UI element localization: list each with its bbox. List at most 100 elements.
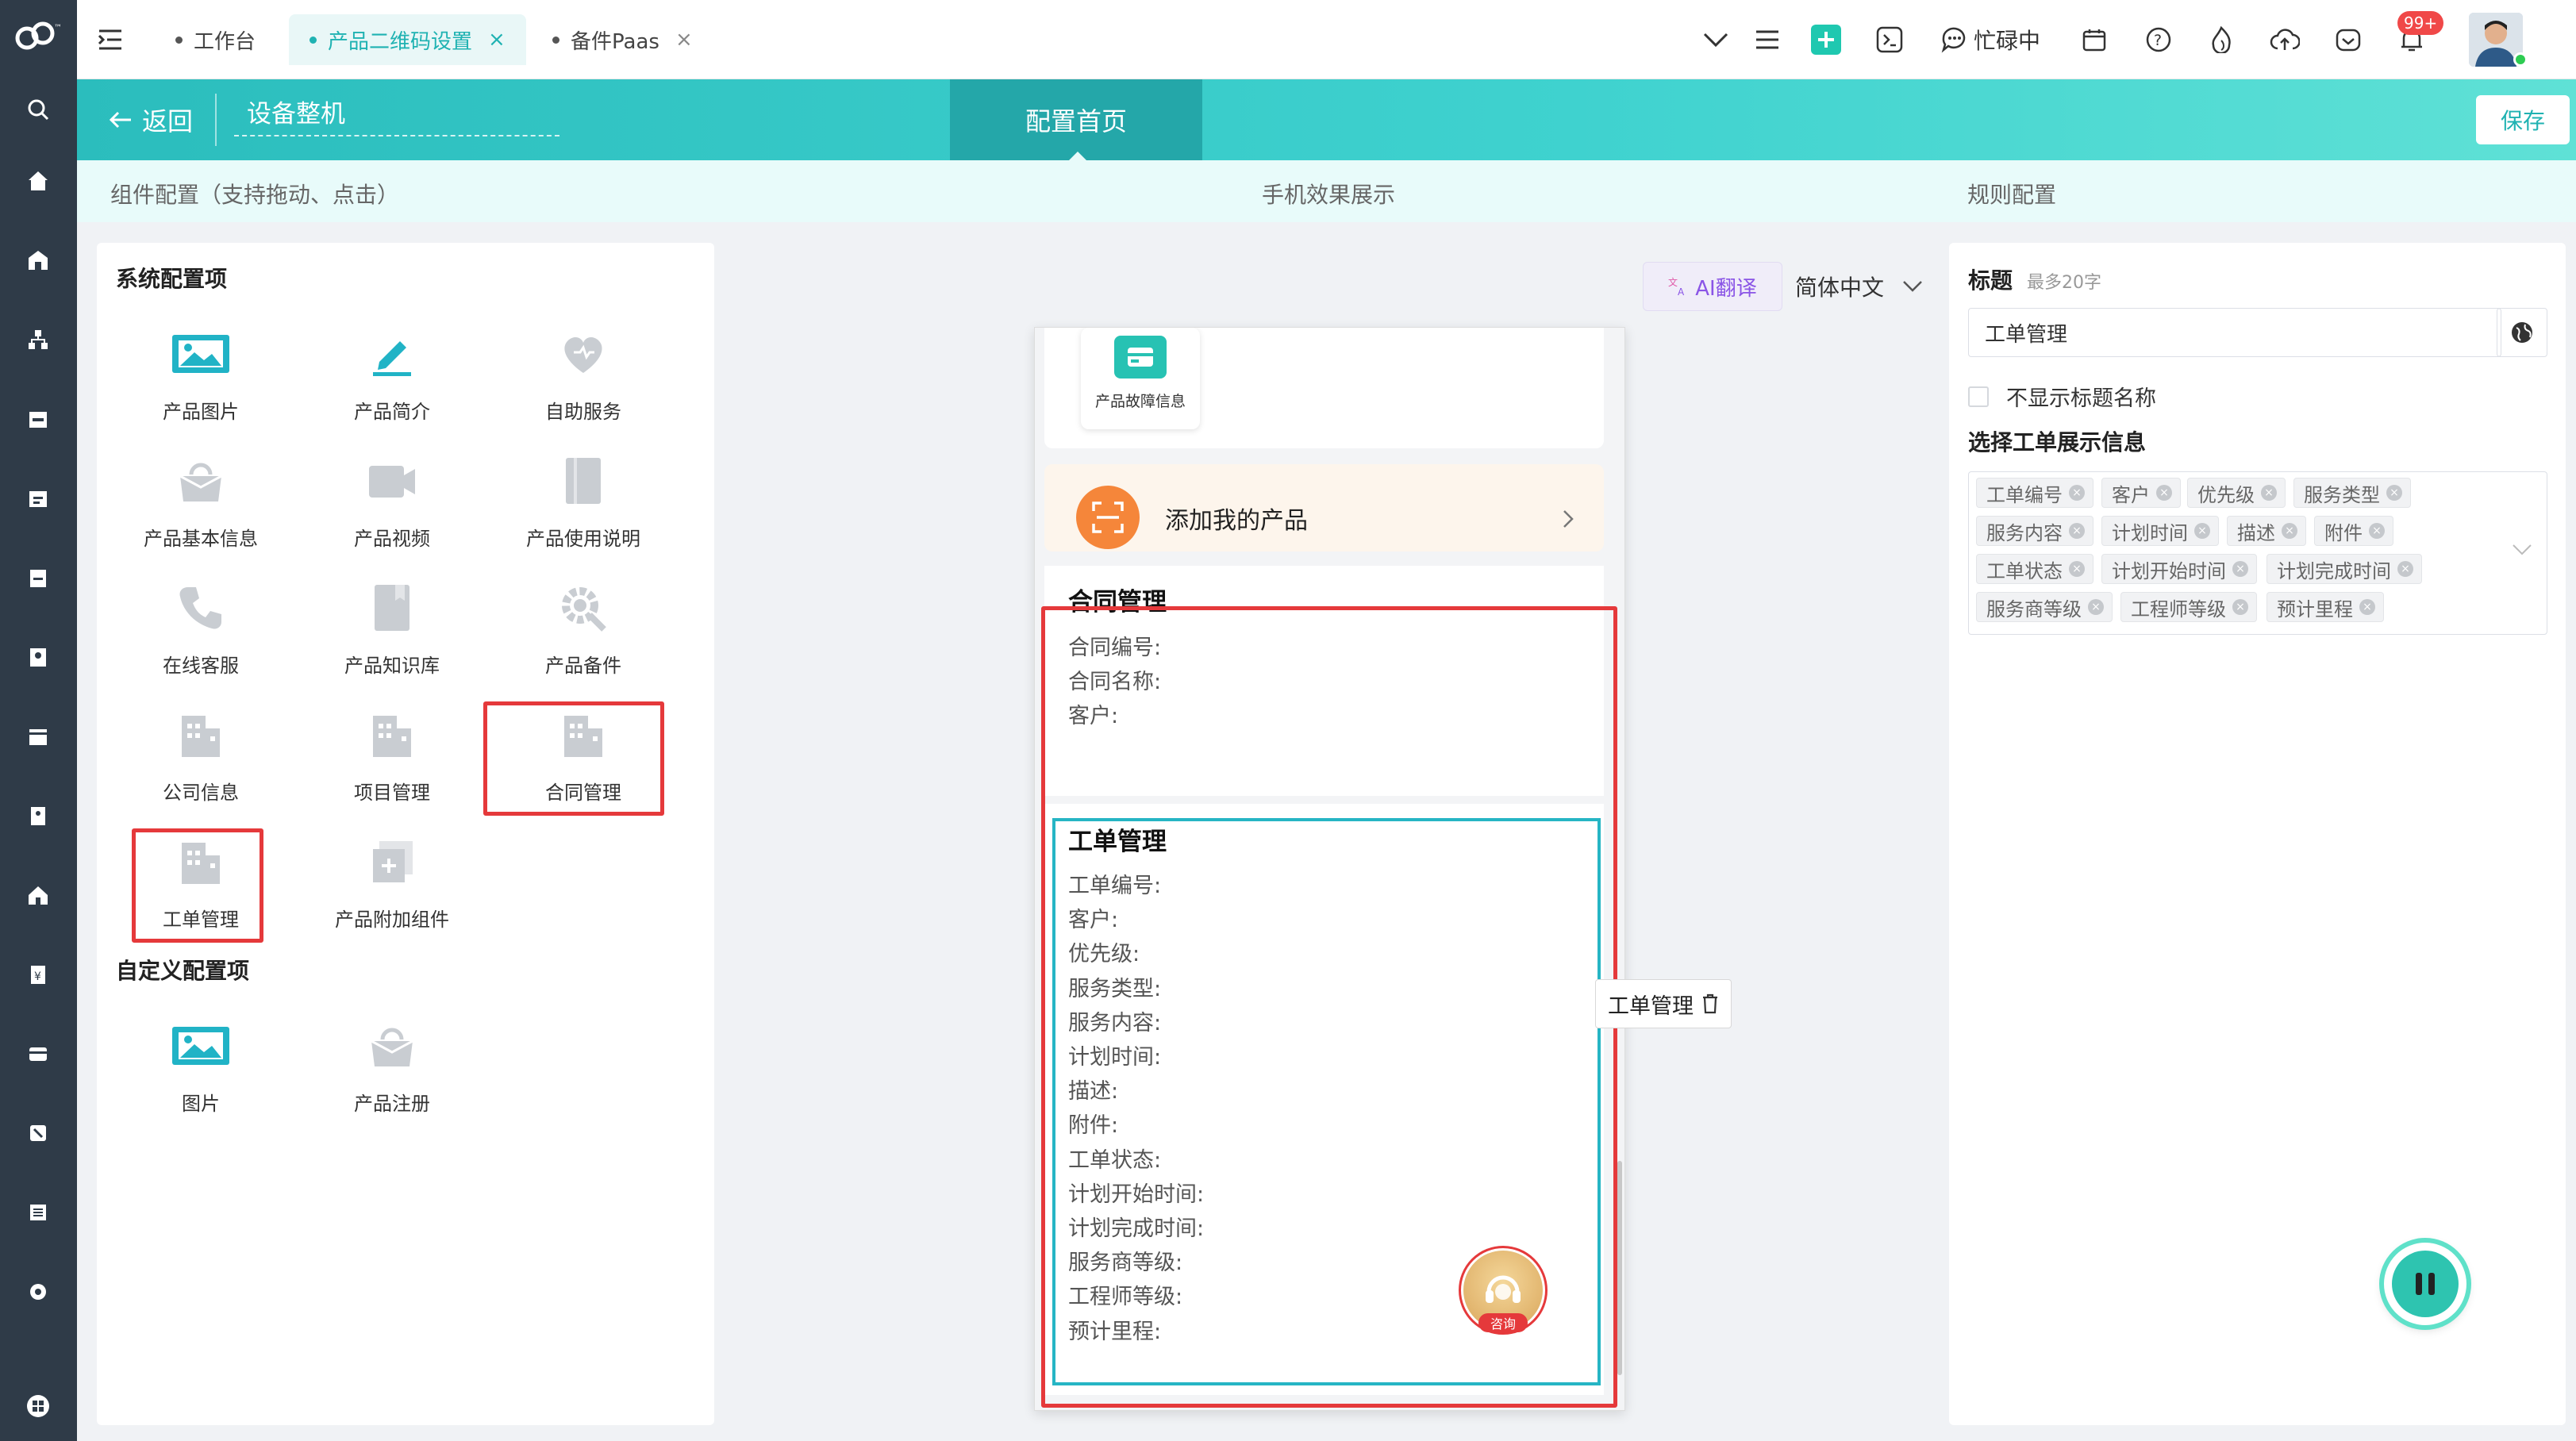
component-floating-tag[interactable]: 工单管理	[1595, 979, 1732, 1028]
component-online-support[interactable]: 在线客服	[113, 572, 289, 691]
settings-icon[interactable]	[22, 1276, 54, 1308]
selected-tag[interactable]: 工单状态 ×	[1976, 554, 2093, 584]
component-product-manual[interactable]: 产品使用说明	[495, 445, 671, 564]
preview-scrollbar[interactable]	[1617, 1161, 1622, 1375]
tab-config-home[interactable]: 配置首页	[950, 79, 1202, 161]
selected-tag[interactable]: 工单编号 ×	[1976, 478, 2093, 508]
component-product-intro[interactable]: 产品简介	[304, 318, 480, 437]
component-product-registration[interactable]: 产品注册	[304, 1010, 480, 1129]
top-tab-bar: 工作台 产品二维码设置 × 备件Paas × 忙碌中 ? 99+	[77, 0, 2576, 79]
tab-close-icon[interactable]: ×	[488, 28, 506, 52]
tag-remove-icon[interactable]: ×	[2397, 561, 2413, 577]
component-knowledge-base[interactable]: 产品知识库	[304, 572, 480, 691]
help-icon[interactable]: ?	[2141, 22, 2176, 57]
selected-tag[interactable]: 计划完成时间 ×	[2266, 554, 2422, 584]
selected-tag[interactable]: 附件 ×	[2314, 516, 2393, 546]
contact-icon[interactable]	[22, 641, 54, 673]
inbox-icon[interactable]	[2331, 22, 2366, 57]
component-product-addon[interactable]: 产品附加组件	[304, 826, 480, 945]
ai-translate-button[interactable]: 文A AI翻译	[1643, 262, 1782, 311]
language-select[interactable]: 简体中文	[1795, 262, 1924, 311]
rule-config-panel: 标题 最多20字 不显示标题名称 选择工单展示信息 工单编号 × 客户 × 优先级 ×…	[1949, 243, 2566, 1425]
tag-remove-icon[interactable]: ×	[2069, 523, 2085, 539]
date-icon[interactable]	[2077, 22, 2112, 57]
selected-tag[interactable]: 计划时间 ×	[2101, 516, 2219, 546]
tag-remove-icon[interactable]: ×	[2232, 599, 2248, 615]
component-spare-parts[interactable]: 产品备件	[495, 572, 671, 691]
tag-remove-icon[interactable]: ×	[2088, 599, 2104, 615]
app-logo-icon[interactable]: ™	[11, 19, 67, 51]
selected-tag[interactable]: 服务内容 ×	[1976, 516, 2093, 546]
component-product-image[interactable]: 产品图片	[113, 318, 289, 437]
component-self-service[interactable]: 自助服务	[495, 318, 671, 437]
component-product-video[interactable]: 产品视频	[304, 445, 480, 564]
page-name[interactable]: 设备整机	[247, 79, 345, 143]
apps-icon[interactable]	[22, 1390, 54, 1422]
tab-dot	[552, 36, 559, 44]
tab-close-icon[interactable]: ×	[675, 28, 693, 52]
hamburger-menu-icon[interactable]	[1750, 22, 1785, 57]
back-button[interactable]: 返回	[109, 79, 193, 160]
cloud-upload-icon[interactable]	[2267, 22, 2302, 57]
tag-remove-icon[interactable]: ×	[2156, 485, 2172, 501]
selected-tag[interactable]: 客户 ×	[2101, 478, 2181, 508]
selected-tag[interactable]: 工程师等级 ×	[2120, 592, 2257, 622]
calendar-icon[interactable]	[22, 403, 54, 435]
hide-title-checkbox[interactable]	[1968, 386, 1989, 407]
home-icon[interactable]	[22, 165, 54, 197]
id-card-icon[interactable]	[22, 800, 54, 832]
add-new-icon[interactable]	[1809, 22, 1844, 57]
tab-workbench[interactable]: 工作台	[155, 14, 276, 65]
fault-info-tile[interactable]: 产品故障信息	[1081, 328, 1200, 429]
tag-remove-icon[interactable]: ×	[2369, 523, 2385, 539]
consult-button[interactable]: 咨询	[1459, 1246, 1548, 1335]
selected-tag[interactable]: 服务商等级 ×	[1976, 592, 2113, 622]
highlight-box-work-order	[132, 828, 263, 943]
translate-globe-button[interactable]	[2497, 308, 2547, 357]
component-product-basic-info[interactable]: 产品基本信息	[113, 445, 289, 564]
status-indicator[interactable]: 忙碌中	[1940, 22, 2059, 57]
selected-tag[interactable]: 预计里程 ×	[2266, 592, 2384, 622]
tag-remove-icon[interactable]: ×	[2232, 561, 2248, 577]
svg-text:A: A	[1678, 286, 1685, 297]
list-icon[interactable]	[22, 1197, 54, 1228]
tag-label: 工程师等级	[2131, 598, 2226, 621]
tag-remove-icon[interactable]: ×	[2194, 523, 2210, 539]
component-custom-image[interactable]: 图片	[113, 1010, 289, 1129]
tag-remove-icon[interactable]: ×	[2282, 523, 2297, 539]
menu-collapse-icon[interactable]	[93, 22, 128, 57]
selected-tag[interactable]: 服务类型 ×	[2293, 478, 2411, 508]
pause-button[interactable]	[2384, 1243, 2466, 1325]
card-icon[interactable]	[22, 1038, 54, 1070]
selected-tag[interactable]: 优先级 ×	[2187, 478, 2286, 508]
tag-remove-icon[interactable]: ×	[2069, 561, 2085, 577]
tab-spare-parts-paas[interactable]: 备件Paas ×	[532, 14, 713, 65]
component-label: 产品备件	[545, 655, 621, 677]
house-icon[interactable]	[22, 879, 54, 911]
save-button[interactable]: 保存	[2476, 95, 2570, 144]
tag-remove-icon[interactable]: ×	[2261, 485, 2277, 501]
add-product-banner[interactable]: 添加我的产品	[1044, 464, 1604, 551]
clipboard-icon[interactable]	[22, 562, 54, 594]
selected-tag[interactable]: 描述 ×	[2227, 516, 2306, 546]
selected-tag[interactable]: 计划开始时间 ×	[2101, 554, 2257, 584]
tag-label: 附件	[2324, 521, 2363, 544]
fire-icon[interactable]	[2204, 22, 2239, 57]
search-icon[interactable]	[22, 94, 54, 125]
hide-title-option[interactable]: 不显示标题名称	[1968, 381, 2156, 412]
chevron-down-icon[interactable]	[1698, 22, 1733, 57]
tab-product-qrcode-settings[interactable]: 产品二维码设置 ×	[289, 14, 526, 65]
event-icon[interactable]	[22, 720, 54, 752]
terminal-icon[interactable]	[1872, 22, 1907, 57]
org-chart-icon[interactable]	[22, 324, 54, 355]
tag-remove-icon[interactable]: ×	[2359, 599, 2375, 615]
component-project-management[interactable]: 项目管理	[304, 699, 480, 818]
component-company-info[interactable]: 公司信息	[113, 699, 289, 818]
tools-icon[interactable]	[22, 1117, 54, 1149]
title-input[interactable]	[1968, 308, 2501, 357]
finance-icon[interactable]: ¥	[22, 959, 54, 990]
schedule-icon[interactable]	[22, 482, 54, 514]
tag-remove-icon[interactable]: ×	[2386, 485, 2402, 501]
tag-remove-icon[interactable]: ×	[2069, 485, 2085, 501]
store-icon[interactable]	[22, 244, 54, 276]
